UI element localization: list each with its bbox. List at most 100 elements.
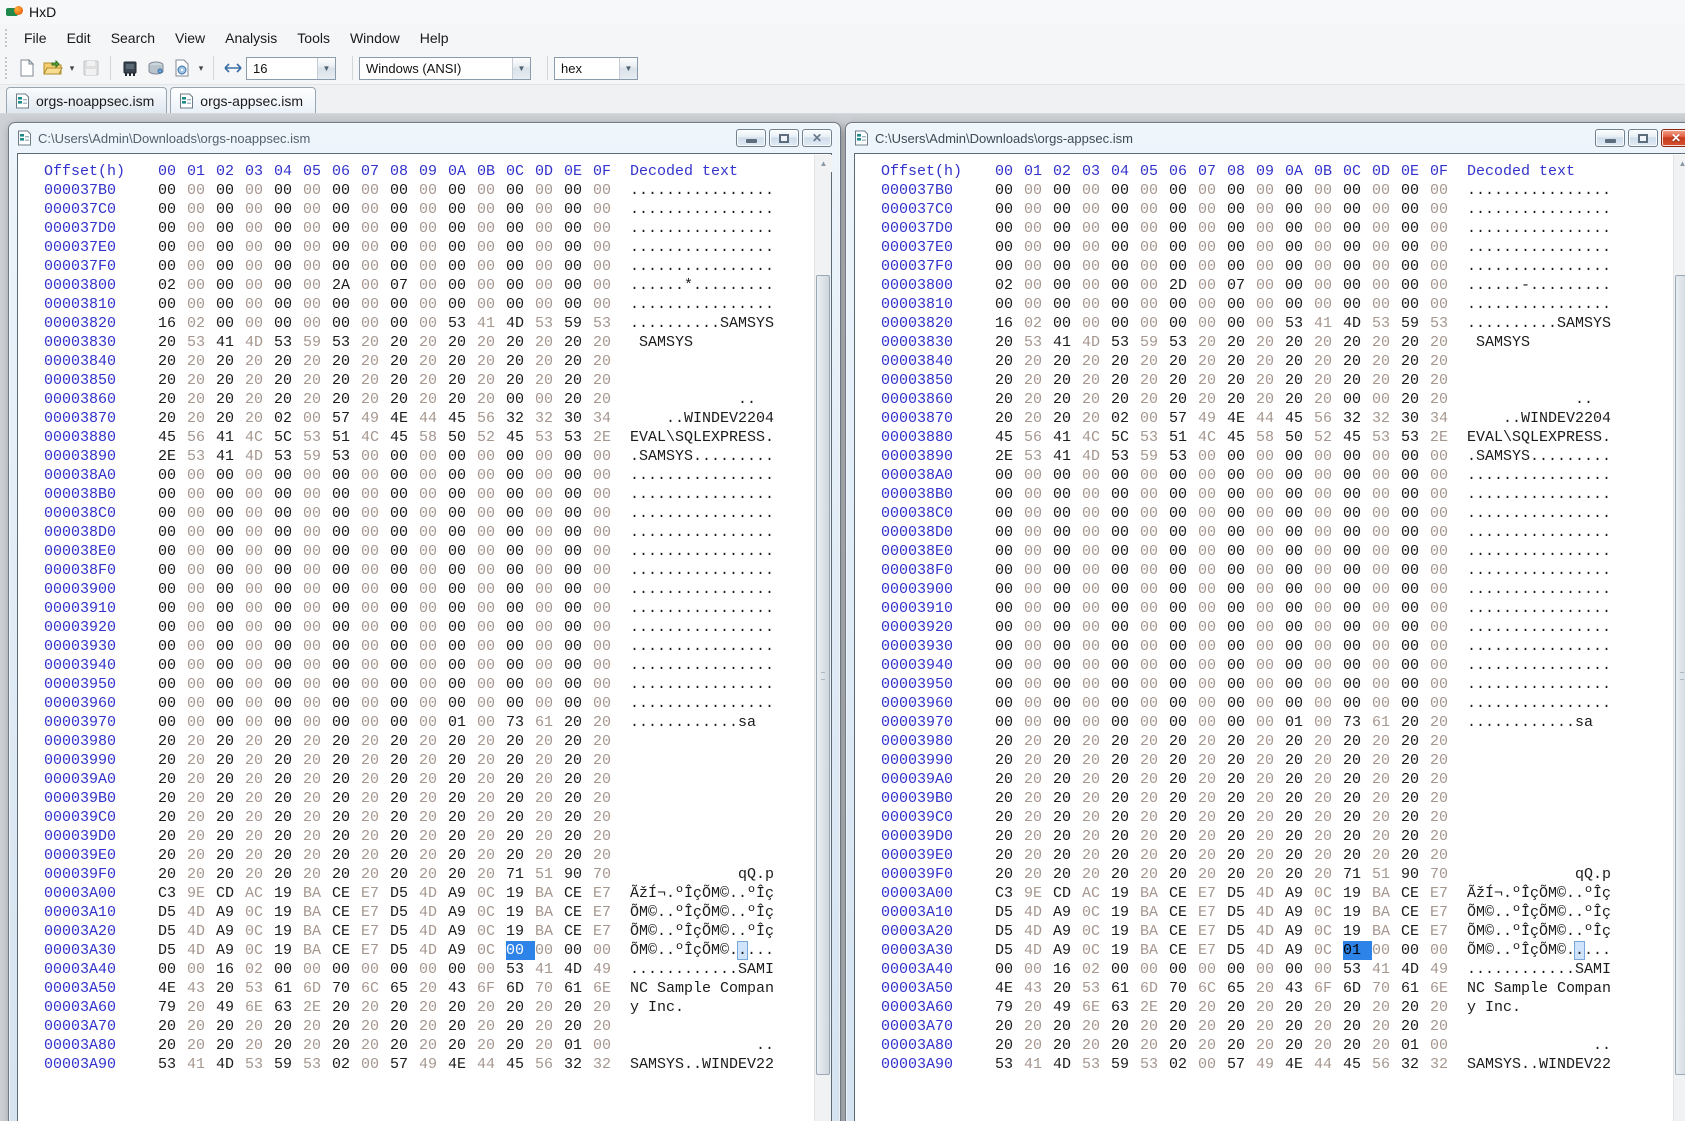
byte-cell[interactable]: 00 [1140,238,1169,257]
byte-cell[interactable]: 20 [1140,371,1169,390]
byte-cell[interactable]: 00 [995,523,1024,542]
byte-cell[interactable]: AC [1082,884,1111,903]
byte-cell[interactable]: 20 [506,1017,535,1036]
byte-cell[interactable]: 00 [564,447,593,466]
hex-row[interactable]: 000037B000000000000000000000000000000000… [881,181,1673,200]
byte-cell[interactable]: 20 [187,770,216,789]
byte-cell[interactable]: 00 [1401,504,1430,523]
byte-cell[interactable]: 20 [1343,352,1372,371]
byte-cell[interactable]: 00 [274,314,303,333]
byte-cell[interactable]: 00 [419,257,448,276]
byte-cell[interactable]: 6F [477,979,506,998]
byte-cell[interactable]: 53 [303,1055,332,1074]
byte-cell[interactable]: 00 [1430,523,1459,542]
byte-cell[interactable]: 00 [593,504,622,523]
menu-analysis[interactable]: Analysis [215,26,287,50]
byte-cell[interactable]: 00 [477,618,506,637]
byte-cell[interactable]: D5 [390,903,419,922]
byte-cell[interactable]: 20 [1053,390,1082,409]
byte-cell[interactable]: 20 [1198,333,1227,352]
byte-cell[interactable]: 20 [158,770,187,789]
byte-cell[interactable]: 00 [1372,542,1401,561]
byte-cell[interactable]: 00 [1372,181,1401,200]
byte-cell[interactable]: 00 [1401,485,1430,504]
tab-orgs-appsec[interactable]: orgs-appsec.ism [170,87,316,113]
byte-cell[interactable]: 00 [274,694,303,713]
byte-cell[interactable]: 00 [506,466,535,485]
byte-cell[interactable]: 00 [274,238,303,257]
byte-cell[interactable]: 00 [1343,599,1372,618]
byte-cell[interactable]: 00 [332,238,361,257]
window-orgs-noappsec[interactable]: C:\Users\Admin\Downloads\orgs-noappsec.i… [8,122,841,1121]
byte-cell[interactable]: 00 [303,675,332,694]
byte-cell[interactable]: 00 [1343,466,1372,485]
byte-cell[interactable]: 0C [245,903,274,922]
byte-cell[interactable]: 00 [1024,523,1053,542]
byte-cell[interactable]: A9 [1053,903,1082,922]
byte-cell[interactable]: 00 [564,504,593,523]
byte-cell[interactable]: 00 [1227,960,1256,979]
byte-cell[interactable]: 20 [1314,371,1343,390]
byte-cell[interactable]: CE [564,903,593,922]
byte-cell[interactable]: 51 [1169,428,1198,447]
byte-cell[interactable]: 00 [1372,295,1401,314]
byte-cell[interactable]: 20 [995,827,1024,846]
byte-cell[interactable]: 00 [303,181,332,200]
byte-cell[interactable]: 00 [1343,238,1372,257]
byte-cell[interactable]: 00 [1169,219,1198,238]
byte-cell[interactable]: 00 [1343,257,1372,276]
byte-cell[interactable]: A9 [448,903,477,922]
byte-cell[interactable]: 00 [1140,295,1169,314]
hex-row[interactable]: 0000393000000000000000000000000000000000… [44,637,814,656]
byte-cell[interactable]: 20 [535,352,564,371]
byte-cell[interactable]: 20 [1111,846,1140,865]
byte-cell[interactable]: 00 [1082,276,1111,295]
byte-cell[interactable]: 53 [187,447,216,466]
decoded-cell[interactable] [1467,352,1611,371]
byte-cell[interactable]: 20 [1082,409,1111,428]
byte-cell[interactable]: 00 [448,960,477,979]
byte-cell[interactable]: 4D [1343,314,1372,333]
byte-cell[interactable]: 20 [448,732,477,751]
byte-cell[interactable]: 00 [1198,542,1227,561]
byte-cell[interactable]: 19 [274,922,303,941]
byte-cell[interactable]: 00 [361,257,390,276]
byte-cell[interactable]: 20 [1198,770,1227,789]
byte-cell[interactable]: 00 [1024,637,1053,656]
byte-cell[interactable]: 20 [1256,751,1285,770]
byte-cell[interactable]: 2E [1140,998,1169,1017]
byte-cell[interactable]: 00 [1256,485,1285,504]
byte-cell[interactable]: 4C [1198,428,1227,447]
hex-row[interactable]: 000039A020202020202020202020202020202020 [881,770,1673,789]
decoded-cell[interactable] [630,1017,774,1036]
byte-cell[interactable]: 5C [1111,428,1140,447]
byte-cell[interactable]: 00 [593,257,622,276]
byte-cell[interactable]: 20 [1198,751,1227,770]
byte-cell[interactable]: 20 [187,998,216,1017]
byte-cell[interactable]: 00 [506,675,535,694]
byte-cell[interactable]: 20 [1430,713,1459,732]
decoded-cell[interactable]: SAMSYS [630,333,774,352]
byte-cell[interactable]: 00 [303,694,332,713]
byte-cell[interactable]: 02 [332,1055,361,1074]
byte-cell[interactable]: 00 [477,637,506,656]
byte-cell[interactable]: 00 [1169,542,1198,561]
hex-row[interactable]: 000037D000000000000000000000000000000000… [44,219,814,238]
byte-cell[interactable]: 00 [158,485,187,504]
hex-row[interactable]: 000039C020202020202020202020202020202020 [881,808,1673,827]
decoded-cell[interactable]: ÕM©..ºÎçÕM©..... [1467,941,1611,960]
byte-cell[interactable]: 20 [274,732,303,751]
byte-cell[interactable]: 00 [1256,637,1285,656]
decoded-cell[interactable]: ................ [1467,694,1611,713]
open-file-dropdown-icon[interactable]: ▾ [66,56,78,81]
hex-row[interactable]: 0000397000000000000000000000010073612020… [881,713,1673,732]
hex-row[interactable]: 0000393000000000000000000000000000000000… [881,637,1673,656]
byte-cell[interactable]: 00 [1169,580,1198,599]
hex-row[interactable]: 0000390000000000000000000000000000000000… [44,580,814,599]
byte-cell[interactable]: 20 [419,751,448,770]
byte-cell[interactable]: 20 [1140,770,1169,789]
byte-cell[interactable]: 00 [535,276,564,295]
byte-cell[interactable]: 00 [1024,675,1053,694]
byte-cell[interactable]: 57 [332,409,361,428]
byte-cell[interactable]: 00 [448,447,477,466]
